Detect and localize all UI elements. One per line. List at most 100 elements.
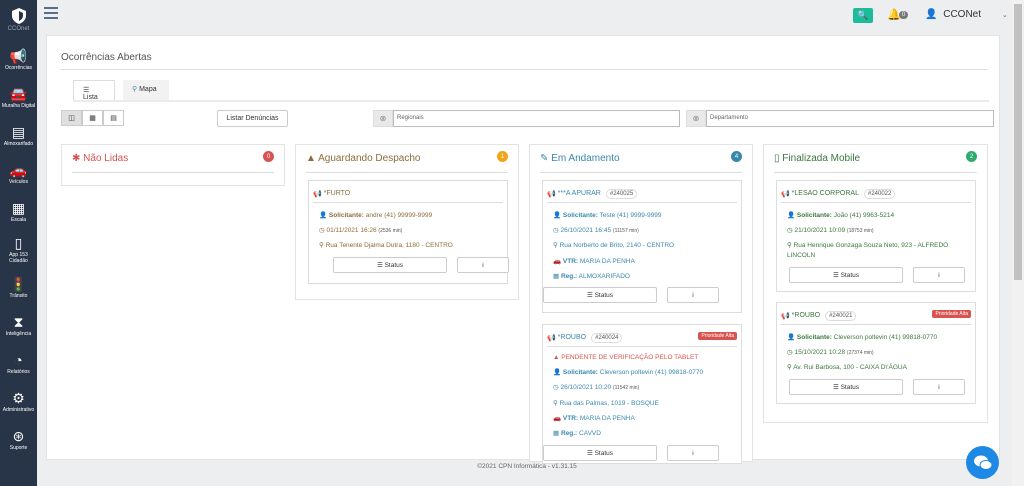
gears-icon: ⚙ (12, 389, 25, 406)
occurrence-card[interactable]: 📢 *ROUBO #240021 Prioridade Alta 👤 Solicit… (776, 302, 976, 404)
sidebar-item-label: Veículos (9, 178, 28, 185)
info-icon: i (692, 449, 694, 457)
archive-icon: ▤ (11, 123, 26, 140)
solicitante: 👤 Solicitante: Cleverson poltevin (41) 9… (553, 369, 704, 376)
sidebar-item-label: Escala (10, 216, 26, 223)
columns-view-button[interactable]: ◫ (61, 110, 82, 126)
occurrence-card[interactable]: 📢 *ROUBO #240024 Prioridade Alta ▲ PENDENT… (542, 324, 742, 464)
warning-icon: ▲ (553, 354, 560, 361)
occurrence-number: #240021 (825, 310, 857, 321)
column-title: ▲ Aguardando Despacho (306, 153, 421, 164)
sidebar-item-transito[interactable]: 🚦 Trânsito (0, 268, 37, 306)
listar-denuncias-button[interactable]: Listar Denúncias (217, 110, 288, 127)
shield-logo-icon (11, 8, 26, 24)
scrollbar[interactable] (1012, 0, 1024, 486)
sidebar-item-veiculos[interactable]: 🚗 Veículos (0, 154, 37, 192)
region: ▦ Reg.: CAVVD (553, 430, 601, 437)
status-button[interactable]: ☰ Status (333, 257, 447, 273)
table-view-button[interactable]: ▤ (103, 110, 124, 126)
chat-button[interactable] (966, 446, 999, 479)
occurrence-number: #240022 (863, 188, 896, 199)
sidebar-item-escala[interactable]: ▦ Escala (0, 192, 37, 230)
list-icon: ☰ (586, 450, 593, 457)
tab-lista[interactable]: ☰ Lista (73, 80, 115, 101)
pie-chart-icon: ◔ (14, 351, 23, 368)
user-icon: 👤 (553, 369, 562, 376)
sidebar-item-muralha[interactable]: 🚘 Muralha Digital (0, 78, 37, 116)
notification-badge: 0 (899, 11, 909, 19)
map-marker-icon: ⚲ (132, 86, 138, 93)
clear-icon: ⊗ (379, 114, 387, 123)
column-finalizada-mobile: ▯ Finalizada Mobile 2 📢 *LESAO CORPORAL #… (763, 144, 988, 423)
sidebar-item-label: Inteligência (5, 330, 32, 337)
clear-regionais-button[interactable]: ⊗ (373, 110, 393, 127)
occurrence-card[interactable]: 📢 ***A APURAR #240025 👤 Solicitante: Test… (542, 180, 742, 313)
car-icon: 🚗 (553, 258, 562, 265)
sidebar-item-relatorios[interactable]: ◔ Relatórios (0, 344, 37, 382)
occurrence-card[interactable]: 📢 *FURTO 👤 Solicitante: andre (41) 99999… (308, 180, 509, 284)
departamento-select[interactable]: Departamento (706, 110, 994, 127)
info-button[interactable]: i (667, 287, 719, 303)
megaphone-icon: 📢 (547, 190, 556, 198)
grid-icon: ▦ (89, 115, 96, 122)
info-icon: i (482, 261, 484, 269)
map-icon: ▦ (553, 273, 560, 280)
divider (61, 69, 987, 70)
main-panel: Ocorrências Abertas ☰ Lista ⚲ Mapa ◫ ▦ ▤… (46, 35, 1000, 464)
status-button[interactable]: ☰ Status (543, 445, 657, 461)
sidebar-item-administrativo[interactable]: ⚙ Administrativo (0, 382, 37, 420)
vtr: 🚗 VTR: MARIA DA PENHA (553, 258, 635, 265)
page-title: Ocorrências Abertas (61, 52, 152, 63)
sidebar-item-almoxarifado[interactable]: ▤ Almoxarifado (0, 116, 37, 154)
sidebar-item-label: Almoxarifado (3, 140, 34, 147)
app-logo[interactable]: CCOnet (0, 0, 37, 40)
clear-departamento-button[interactable]: ⊗ (686, 110, 706, 127)
column-title: ✱ Não Lidas (72, 153, 129, 164)
grid-view-button[interactable]: ▦ (82, 110, 103, 126)
solicitante: 👤 Solicitante: Teste (41) 9999-9999 (553, 212, 662, 219)
occurrence-card[interactable]: 📢 *LESAO CORPORAL #240022 👤 Solicitante: … (776, 180, 976, 292)
priority-badge: Prioridade Alta (698, 332, 737, 340)
tab-mapa[interactable]: ⚲ Mapa (123, 80, 169, 100)
map-marker-icon: ⚲ (319, 242, 324, 249)
region: ▦ Reg.: ALMOXARIFADO (553, 273, 630, 280)
list-icon: ☰ (832, 384, 839, 391)
chat-bubbles-icon (973, 455, 992, 470)
list-icon: ☰ (586, 292, 593, 299)
clock-icon: ◷ (787, 349, 793, 356)
date: ◷ 15/10/2021 10:28 (27374 min) (787, 349, 874, 356)
list-icon: ☰ (832, 272, 839, 279)
solicitante: 👤 Solicitante: andre (41) 99999-9999 (319, 212, 433, 219)
info-button[interactable]: i (913, 379, 965, 395)
user-menu[interactable]: 👤 CCONet ⌄ (925, 9, 1008, 20)
info-button[interactable]: i (667, 445, 719, 461)
status-button[interactable]: ☰ Status (543, 287, 657, 303)
address: ⚲ Rua Norberto de Brito, 2140 - CENTRO (553, 242, 675, 249)
date: ◷ 01/11/2021 16:26 (2536 min) (319, 227, 403, 234)
sidebar-item-ocorrencias[interactable]: 📢 Ocorrências (0, 40, 37, 78)
date: ◷ 26/10/2021 10:20 (11542 min) (553, 384, 640, 391)
footer-version: ©2021 CPN Informática - v1.31.15 (477, 463, 577, 470)
megaphone-icon: 📢 (313, 190, 322, 198)
regionais-select[interactable]: Regionais (393, 110, 680, 127)
info-icon: i (938, 271, 940, 279)
sidebar-item-inteligencia[interactable]: ⧗ Inteligência (0, 306, 37, 344)
scrollbar-thumb[interactable] (1014, 4, 1022, 280)
card-title: 📢 *FURTO (313, 185, 503, 203)
status-button[interactable]: ☰ Status (789, 379, 903, 395)
chevron-down-icon: ⌄ (1001, 12, 1008, 19)
hamburger-menu-icon[interactable] (44, 7, 58, 19)
column-title: ✎ Em Andamento (540, 153, 620, 164)
info-icon: i (692, 291, 694, 299)
layout-buttons: ◫ ▦ ▤ (61, 110, 124, 126)
sidebar-item-suporte[interactable]: ⊛ Suporte (0, 420, 37, 458)
megaphone-icon: 📢 (547, 334, 556, 342)
warning-icon: ▲ (306, 153, 316, 164)
car-icon: 🚗 (553, 415, 562, 422)
info-button[interactable]: i (457, 257, 509, 273)
status-button[interactable]: ☰ Status (789, 267, 903, 283)
sidebar-item-label: Ocorrências (5, 64, 32, 71)
info-button[interactable]: i (913, 267, 965, 283)
sidebar-item-app153[interactable]: ▯ App 153 Cidadão (0, 230, 37, 268)
search-button[interactable]: 🔍 (853, 8, 873, 23)
